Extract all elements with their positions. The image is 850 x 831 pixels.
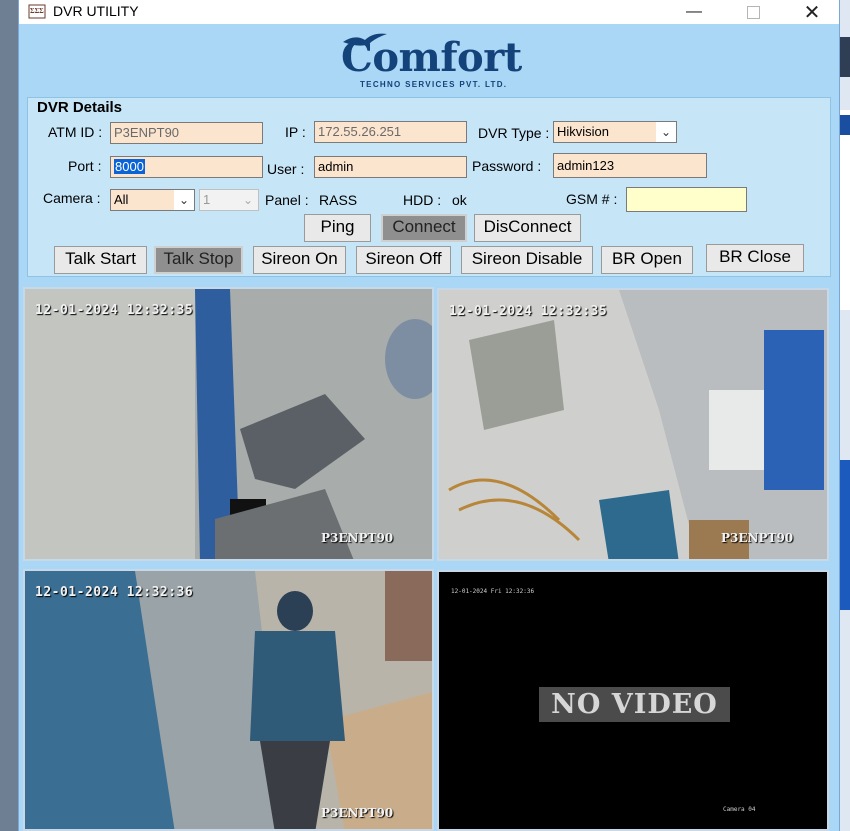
user-field[interactable]: admin <box>314 156 467 178</box>
sireon-off-button[interactable]: Sireon Off <box>356 246 451 274</box>
br-open-button[interactable]: BR Open <box>601 246 693 274</box>
app-icon: ΣΣΣ <box>28 3 46 20</box>
chevron-down-icon: ⌄ <box>238 190 258 210</box>
dvr-type-label: DVR Type : <box>478 125 550 141</box>
dvr-details-legend: DVR Details <box>37 99 123 116</box>
camera-1-image <box>25 289 432 559</box>
company-logo: Comfort TECHNO SERVICES PVT. LTD. <box>19 28 839 96</box>
window-title: DVR UTILITY <box>53 3 139 19</box>
camera-1-label: P3ENPT90 <box>321 531 394 545</box>
chevron-down-icon: ⌄ <box>656 122 676 142</box>
br-close-button[interactable]: BR Close <box>706 244 804 272</box>
connect-button[interactable]: Connect <box>381 214 467 242</box>
dvr-utility-window: ΣΣΣ DVR UTILITY — ✕ Comfort TECHNO SERVI… <box>18 0 840 831</box>
maximize-icon <box>746 5 760 19</box>
atm-id-label: ATM ID : <box>48 124 103 140</box>
panel-value: RASS <box>319 192 358 208</box>
port-field[interactable]: 8000 <box>110 156 263 178</box>
hdd-label: HDD : <box>403 192 442 208</box>
password-label: Password : <box>472 158 542 174</box>
gsm-field[interactable] <box>626 187 747 212</box>
camera-select[interactable]: All ⌄ <box>110 189 195 211</box>
talk-stop-button[interactable]: Talk Stop <box>154 246 243 274</box>
camera-feed-3[interactable]: 12-01-2024 12:32:36 P3ENPT90 <box>23 569 434 831</box>
gsm-label: GSM # : <box>566 191 618 207</box>
minimize-button[interactable]: — <box>671 0 717 24</box>
port-value: 8000 <box>114 159 145 174</box>
close-icon: ✕ <box>803 1 821 24</box>
password-field[interactable]: admin123 <box>553 153 707 178</box>
camera-number-value: 1 <box>203 192 211 207</box>
logo-text: Comfort <box>341 34 522 81</box>
camera-4-label: Camera 04 <box>723 806 756 813</box>
ping-button[interactable]: Ping <box>304 214 371 242</box>
camera-2-timestamp: 12-01-2024 12:32:35 <box>449 304 608 319</box>
ip-label: IP : <box>285 124 306 140</box>
sireon-on-button[interactable]: Sireon On <box>253 246 346 274</box>
logo-subtitle: TECHNO SERVICES PVT. LTD. <box>360 80 508 89</box>
disconnect-button[interactable]: DisConnect <box>474 214 581 242</box>
camera-3-image <box>25 571 432 829</box>
hdd-value: ok <box>452 192 467 208</box>
dvr-details-panel: DVR Details ATM ID : P3ENPT90 IP : 172.5… <box>27 97 831 277</box>
no-video-indicator: NO VIDEO <box>539 687 730 722</box>
camera-value: All <box>114 192 129 207</box>
atm-id-field[interactable]: P3ENPT90 <box>110 122 263 144</box>
dvr-type-value: Hikvision <box>557 124 610 139</box>
port-label: Port : <box>68 158 102 174</box>
camera-2-label: P3ENPT90 <box>721 531 794 545</box>
camera-feed-4[interactable]: 12-01-2024 Fri 12:32:36 NO VIDEO Camera … <box>437 570 829 831</box>
camera-3-timestamp: 12-01-2024 12:32:36 <box>35 585 194 600</box>
dvr-type-select[interactable]: Hikvision ⌄ <box>553 121 677 143</box>
title-bar: ΣΣΣ DVR UTILITY — ✕ <box>19 0 839 24</box>
sireon-disable-button[interactable]: Sireon Disable <box>461 246 593 274</box>
camera-feed-2[interactable]: 12-01-2024 12:32:35 P3ENPT90 <box>437 288 829 561</box>
camera-3-label: P3ENPT90 <box>321 806 394 820</box>
user-label: User : <box>267 161 305 177</box>
panel-label: Panel : <box>265 192 309 208</box>
camera-number-select[interactable]: 1 ⌄ <box>199 189 259 211</box>
close-button[interactable]: ✕ <box>789 0 835 24</box>
talk-start-button[interactable]: Talk Start <box>54 246 147 274</box>
app-icon-glyph: ΣΣΣ <box>30 7 44 15</box>
camera-1-timestamp: 12-01-2024 12:32:35 <box>35 303 194 318</box>
ip-field[interactable]: 172.55.26.251 <box>314 121 467 143</box>
maximize-button[interactable] <box>730 0 776 24</box>
camera-feed-1[interactable]: 12-01-2024 12:32:35 P3ENPT90 <box>23 287 434 561</box>
camera-2-image <box>439 290 827 559</box>
camera-4-timestamp: 12-01-2024 Fri 12:32:36 <box>451 588 535 595</box>
chevron-down-icon: ⌄ <box>174 190 194 210</box>
minimize-icon: — <box>686 3 702 20</box>
camera-label: Camera : <box>43 190 101 206</box>
